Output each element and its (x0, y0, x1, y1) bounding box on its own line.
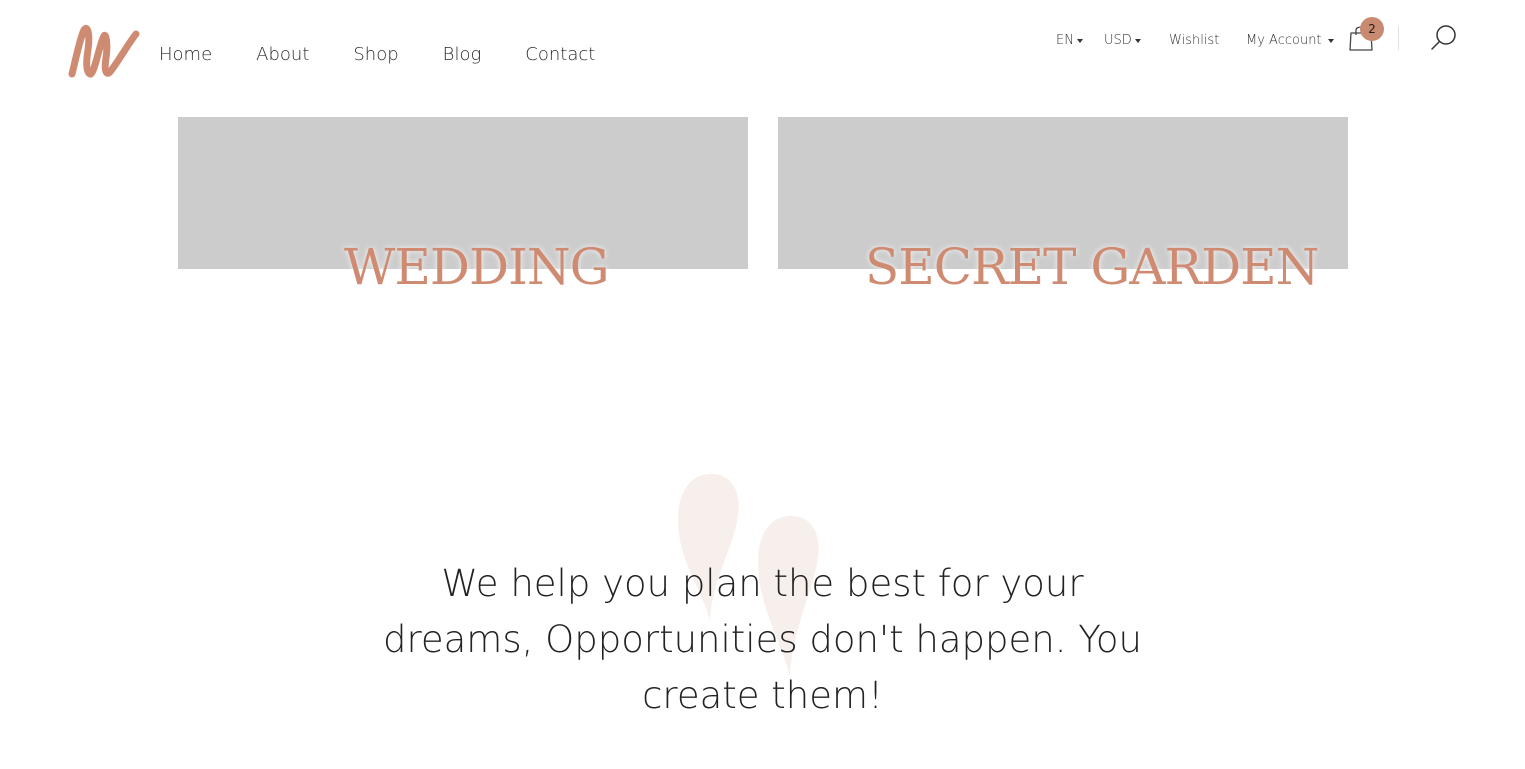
account-label: My Account (1246, 33, 1322, 48)
nav-item-shop[interactable]: Shop (353, 44, 398, 65)
wishlist-link[interactable]: Wishlist (1169, 33, 1219, 48)
nav-item-contact[interactable]: Contact (525, 44, 595, 65)
category-title-wedding[interactable]: WEDDING (344, 238, 610, 296)
language-label: EN (1056, 33, 1074, 48)
mission-quote: We help you plan the best for your dream… (382, 562, 1142, 717)
cart-count-badge: 2 (1360, 17, 1384, 41)
category-title-secret-garden[interactable]: SECRET GARDEN (865, 238, 1319, 296)
my-account-menu[interactable]: My Account (1246, 33, 1334, 48)
search-icon[interactable] (1430, 24, 1458, 52)
language-selector[interactable]: EN (1056, 33, 1083, 48)
caret-down-icon (1327, 38, 1334, 43)
site-header: Home About Shop Blog Contact EN USD Wish… (0, 0, 1525, 100)
wishlist-label: Wishlist (1169, 33, 1220, 48)
nav-item-about[interactable]: About (256, 44, 309, 65)
nav-item-home[interactable]: Home (159, 44, 212, 65)
nav-item-blog[interactable]: Blog (443, 44, 482, 65)
currency-label: USD (1104, 33, 1132, 48)
main-nav: Home About Shop Blog Contact (159, 44, 639, 65)
brand-logo-icon[interactable] (66, 22, 142, 82)
currency-selector[interactable]: USD (1104, 33, 1141, 48)
caret-down-icon (1134, 38, 1141, 43)
header-divider (1398, 26, 1399, 50)
caret-down-icon (1076, 38, 1083, 43)
